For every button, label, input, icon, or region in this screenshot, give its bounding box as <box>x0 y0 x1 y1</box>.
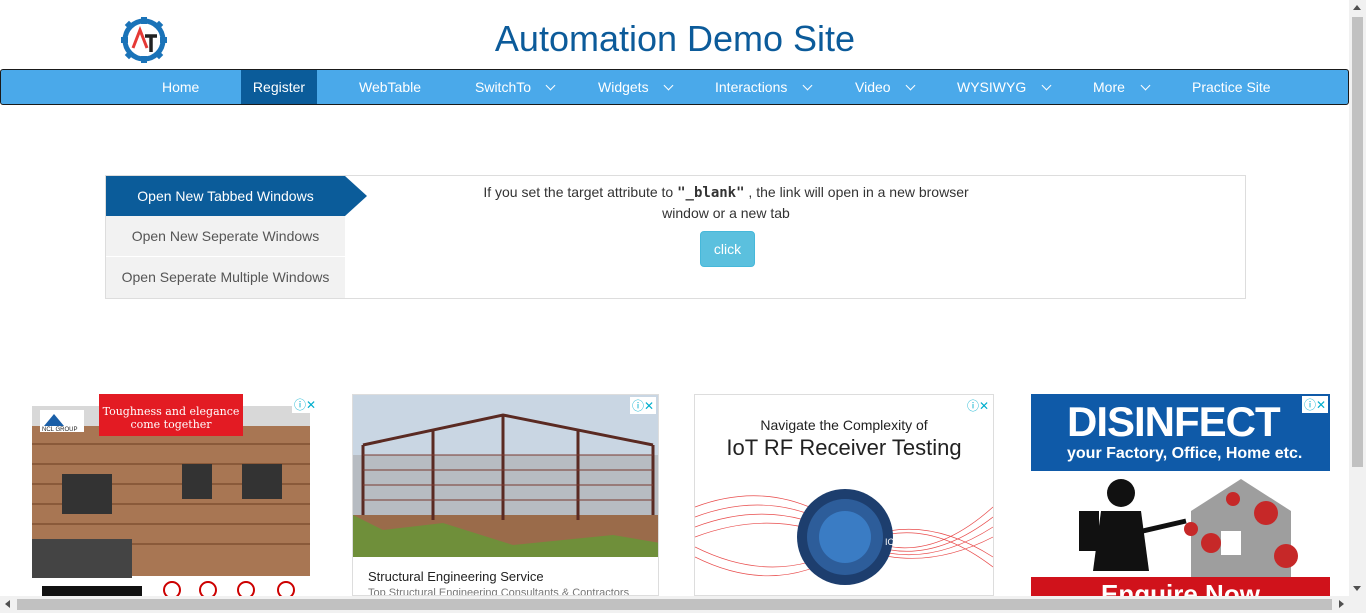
adchoices-icon[interactable]: ⓘ✕ <box>964 397 991 414</box>
ad-banner: Toughness and elegance come together <box>99 394 243 436</box>
ad-iot-rf-testing[interactable]: Navigate the Complexity of IoT RF Receiv… <box>694 394 994 596</box>
windows-tab-panel: Open New Tabbed Windows Open New Seperat… <box>105 175 1246 299</box>
tab-open-seperate-multiple-windows[interactable]: Open Seperate Multiple Windows <box>106 257 345 298</box>
ad-title: Structural Engineering Service <box>368 569 544 584</box>
scroll-left-arrow-icon[interactable] <box>5 600 10 608</box>
nav-interactions[interactable]: Interactions <box>715 70 787 104</box>
tab-label: Open New Seperate Windows <box>131 228 320 244</box>
scroll-down-arrow-icon[interactable] <box>1353 586 1361 591</box>
horizontal-scroll-thumb[interactable] <box>17 599 1332 610</box>
ad-cta: Enquire Now <box>1101 579 1260 596</box>
site-title: Automation Demo Site <box>494 18 856 59</box>
active-tab-arrow <box>345 176 367 216</box>
nav-video[interactable]: Video <box>855 70 891 104</box>
nav-register[interactable]: Register <box>241 70 317 104</box>
ad-structural-engineering[interactable]: Structural Engineering Service Top Struc… <box>352 394 659 596</box>
widgets-chevron-down-icon[interactable] <box>663 80 674 91</box>
ad-brand: NCL GROUP <box>42 427 78 433</box>
main-navbar: Home Register WebTable SwitchTo Widgets … <box>0 69 1349 105</box>
ad-disinfect-graphic <box>1079 479 1298 577</box>
ad-line2: IoT RF Receiver Testing <box>726 435 962 460</box>
adchoices-icon[interactable]: ⓘ✕ <box>629 397 656 414</box>
ad-subtitle: Top Structural Engineering Consultants &… <box>368 587 630 596</box>
ad-line1: Navigate the Complexity of <box>760 417 928 433</box>
nav-home[interactable]: Home <box>162 70 199 104</box>
video-chevron-down-icon[interactable] <box>905 80 916 91</box>
ad-ncl-group[interactable]: NCL GROUP Toughness and elegance come to… <box>32 394 320 596</box>
ad-disinfect[interactable]: DISINFECT your Factory, Office, Home etc… <box>1031 394 1330 596</box>
click-button[interactable]: click <box>700 231 755 267</box>
ad-chip-graphic <box>695 489 993 585</box>
horizontal-scrollbar[interactable] <box>0 596 1366 613</box>
scroll-right-arrow-icon[interactable] <box>1339 600 1344 608</box>
nav-wysiwyg[interactable]: WYSIWYG <box>957 70 1026 104</box>
description-text: If you set the target attribute to <box>483 184 678 200</box>
tab-open-new-tabbed-windows[interactable]: Open New Tabbed Windows <box>106 176 367 216</box>
tab-label: Open Seperate Multiple Windows <box>121 269 330 285</box>
tab-label: Open New Tabbed Windows <box>137 188 314 204</box>
nav-widgets[interactable]: Widgets <box>598 70 649 104</box>
vertical-scroll-thumb[interactable] <box>1352 17 1363 467</box>
wysiwyg-chevron-down-icon[interactable] <box>1041 80 1052 91</box>
ad-sub: your Factory, Office, Home etc. <box>1067 445 1303 462</box>
nav-more[interactable]: More <box>1093 70 1125 104</box>
tab-description: If you set the target attribute to "_bla… <box>461 182 991 223</box>
scroll-up-arrow-icon[interactable] <box>1353 5 1361 10</box>
nav-webtable[interactable]: WebTable <box>359 70 421 104</box>
ad-cta-bar: Enquire Now <box>1031 577 1330 596</box>
ad-steel-structure-image <box>353 395 658 557</box>
more-chevron-down-icon[interactable] <box>1140 80 1151 91</box>
interactions-chevron-down-icon[interactable] <box>802 80 813 91</box>
ad-headline: DISINFECT <box>1067 398 1281 445</box>
code-blank: "_blank" <box>677 185 745 201</box>
tab-open-new-seperate-windows[interactable]: Open New Seperate Windows <box>106 216 345 256</box>
nav-switchto[interactable]: SwitchTo <box>475 70 531 104</box>
nav-practice-site[interactable]: Practice Site <box>1192 70 1271 104</box>
vertical-scrollbar[interactable] <box>1349 0 1366 596</box>
ad-chip-label: IOT <box>885 537 900 547</box>
adchoices-icon[interactable]: ⓘ✕ <box>1301 396 1328 413</box>
switchto-chevron-down-icon[interactable] <box>545 80 556 91</box>
adchoices-icon[interactable]: ⓘ✕ <box>291 396 318 413</box>
